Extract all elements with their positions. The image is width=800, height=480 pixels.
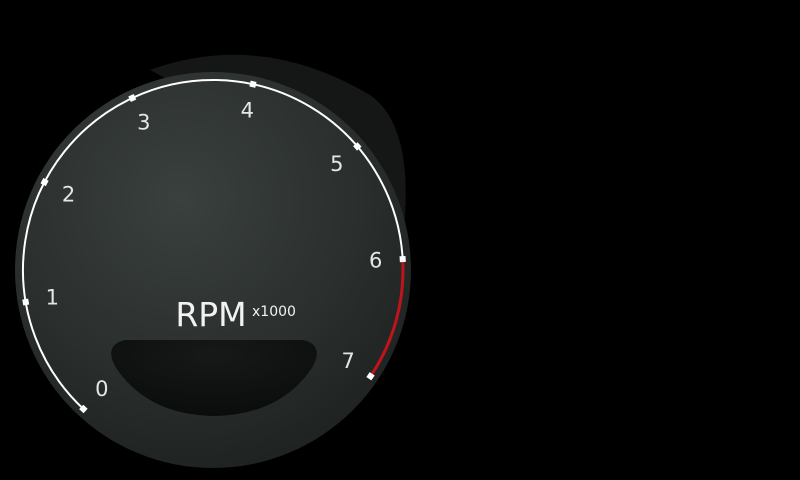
tick-mark-4 bbox=[249, 80, 257, 88]
gauge-title: RPM bbox=[175, 295, 246, 334]
tick-mark-6 bbox=[399, 255, 406, 263]
tick-label-4: 4 bbox=[241, 99, 254, 123]
tick-label-1: 1 bbox=[46, 286, 59, 310]
tick-label-5: 5 bbox=[330, 152, 343, 176]
tick-label-2: 2 bbox=[62, 183, 75, 207]
gauge-unit-multiplier: x1000 bbox=[252, 304, 296, 320]
tick-label-7: 7 bbox=[341, 349, 354, 373]
tick-label-3: 3 bbox=[137, 110, 150, 134]
tick-label-6: 6 bbox=[369, 249, 382, 273]
instrument-screen: 0 1 2 3 4 5 6 7 RPM x1000 bbox=[0, 0, 800, 480]
tachometer-gauge: 0 1 2 3 4 5 6 7 RPM x1000 bbox=[15, 54, 411, 468]
tick-mark-1 bbox=[22, 298, 30, 306]
tick-label-0: 0 bbox=[95, 377, 108, 401]
